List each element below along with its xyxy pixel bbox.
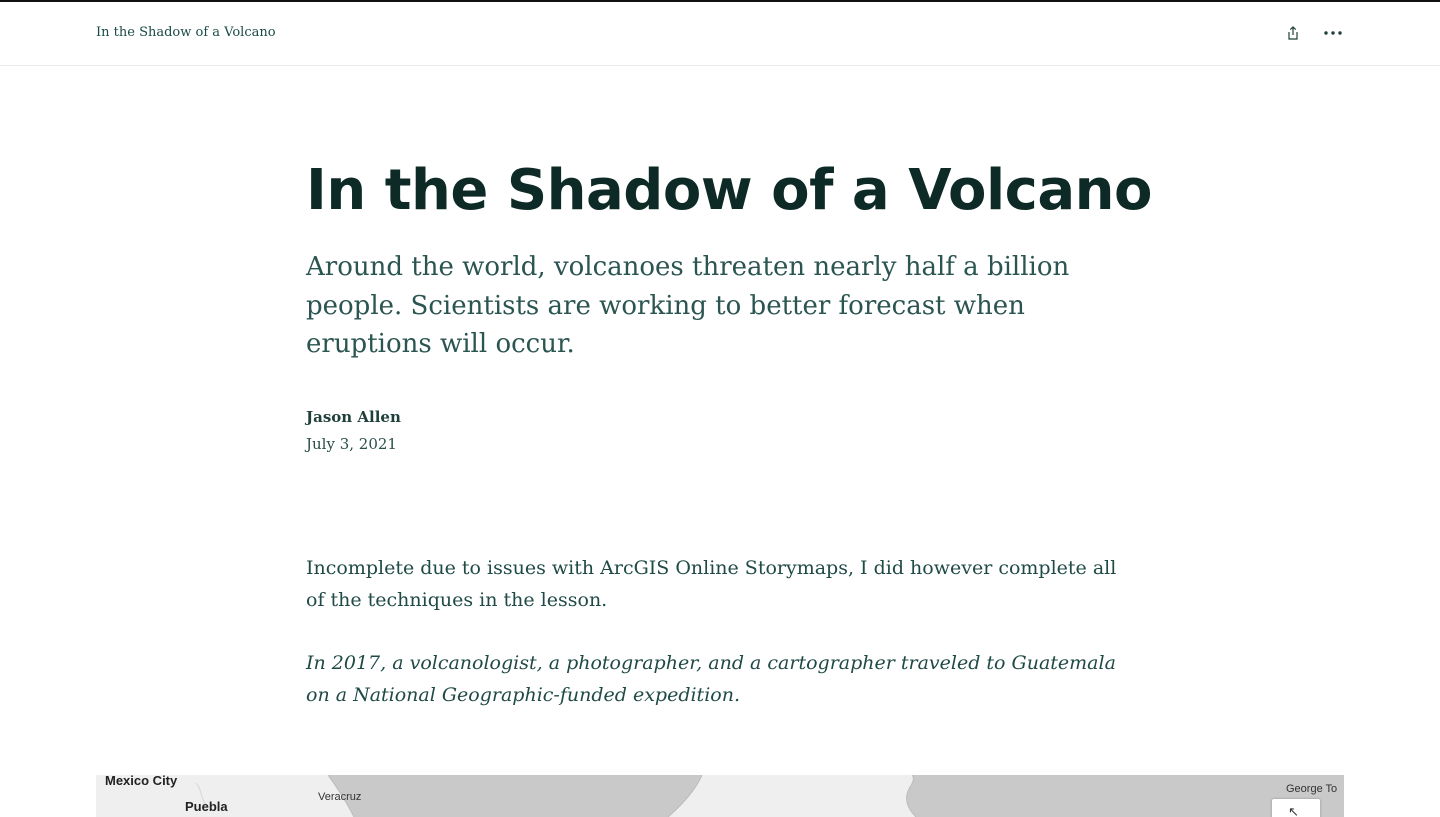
- intro-paragraph: Incomplete due to issues with ArcGIS Onl…: [306, 557, 1117, 611]
- map-view[interactable]: Mexico City Puebla Veracruz George To ↖: [96, 775, 1344, 817]
- more-icon: [1324, 31, 1342, 35]
- byline: Jason Allen July 3, 2021: [306, 406, 401, 455]
- expand-icon: ↖: [1288, 805, 1299, 817]
- map-label-george-town: George To: [1286, 783, 1338, 795]
- author-name: Jason Allen: [306, 408, 401, 426]
- header-story-title[interactable]: In the Shadow of a Volcano: [96, 25, 276, 40]
- map-expand-button[interactable]: ↖: [1272, 799, 1320, 817]
- share-icon: [1288, 26, 1298, 40]
- italic-paragraph: In 2017, a volcanologist, a photographer…: [306, 652, 1116, 706]
- map-label-mexico-city: Mexico City: [105, 775, 178, 788]
- map-label-puebla: Puebla: [185, 799, 228, 814]
- publish-date: July 3, 2021: [306, 435, 397, 453]
- header-actions: [1282, 22, 1344, 44]
- story-title: In the Shadow of a Volcano: [306, 158, 1152, 223]
- map-label-veracruz: Veracruz: [318, 791, 362, 803]
- more-options-button[interactable]: [1322, 22, 1344, 44]
- story-subtitle: Around the world, volcanoes threaten nea…: [306, 252, 1070, 359]
- map-basemap: [96, 775, 917, 817]
- share-button[interactable]: [1282, 22, 1304, 44]
- story-header: In the Shadow of a Volcano: [0, 2, 1440, 66]
